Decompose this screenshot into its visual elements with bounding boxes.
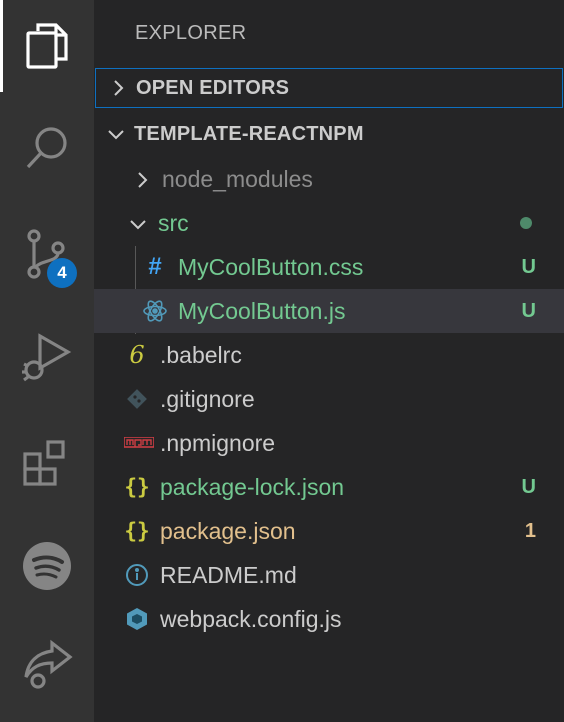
tree-item-label: MyCoolButton.css — [178, 253, 364, 280]
spotify-icon[interactable] — [0, 522, 94, 610]
tree-item-babelrc[interactable]: 6 .babelrc — [94, 333, 564, 377]
tree-item-label: .babelrc — [160, 341, 242, 368]
tree-item-label: node_modules — [162, 165, 313, 192]
tree-item-label: README.md — [160, 561, 297, 588]
json-icon: {} — [124, 475, 150, 499]
open-editors-section[interactable]: OPEN EDITORS — [95, 68, 563, 108]
tree-item-mycoolbutton-css[interactable]: # MyCoolButton.css U — [94, 245, 564, 289]
tree-item-readme[interactable]: README.md — [94, 553, 564, 597]
live-share-icon[interactable] — [0, 620, 94, 708]
tree-item-label: package.json — [160, 517, 296, 544]
tree-item-label: .npmignore — [160, 429, 276, 456]
tree-item-npmignore[interactable]: .npmignore — [94, 421, 564, 465]
explorer-sidebar: EXPLORER OPEN EDITORS TEMPLATE-REACTNPM … — [94, 0, 564, 722]
modified-dot — [520, 217, 532, 229]
react-icon — [142, 298, 168, 324]
extensions-icon[interactable] — [0, 418, 94, 506]
project-label: TEMPLATE-REACTNPM — [134, 122, 364, 145]
tree-item-node-modules[interactable]: node_modules — [94, 157, 564, 201]
status-badge: U — [521, 475, 536, 498]
explorer-title: EXPLORER — [135, 22, 247, 44]
run-debug-icon[interactable] — [0, 312, 94, 400]
webpack-icon — [124, 606, 150, 632]
explorer-icon[interactable] — [0, 2, 94, 90]
chevron-down-icon — [128, 213, 148, 233]
open-editors-label: OPEN EDITORS — [136, 76, 290, 99]
tree-item-label: webpack.config.js — [160, 605, 342, 632]
tree-item-label: .gitignore — [160, 385, 255, 412]
source-control-icon[interactable] — [0, 210, 94, 298]
tree-item-label: src — [158, 209, 189, 236]
npm-icon — [124, 430, 154, 456]
status-badge: U — [521, 255, 536, 278]
tree-item-gitignore[interactable]: .gitignore — [94, 377, 564, 421]
babel-icon: 6 — [129, 341, 145, 369]
git-icon — [124, 386, 150, 412]
tree-item-webpack-config[interactable]: webpack.config.js — [94, 597, 564, 641]
chevron-down-icon — [106, 124, 126, 144]
chevron-right-icon — [132, 169, 152, 189]
project-section[interactable]: TEMPLATE-REACTNPM — [94, 114, 564, 154]
tree-item-label: package-lock.json — [160, 473, 345, 500]
source-control-badge: 4 — [47, 258, 77, 288]
status-badge: U — [521, 299, 536, 322]
search-icon[interactable] — [0, 104, 94, 192]
info-icon — [124, 562, 150, 588]
tree-item-package-lock-json[interactable]: {} package-lock.json U — [94, 465, 564, 509]
tree-item-package-json[interactable]: {} package.json 1 — [94, 509, 564, 553]
chevron-right-icon — [108, 78, 128, 98]
tree-item-src[interactable]: src — [94, 201, 564, 245]
tree-item-label: MyCoolButton.js — [178, 297, 346, 324]
tree-item-mycoolbutton-js[interactable]: MyCoolButton.js U — [94, 289, 564, 333]
css-hash-icon: # — [148, 253, 162, 280]
json-icon: {} — [124, 519, 150, 543]
activity-bar: 4 — [0, 0, 94, 722]
status-badge: 1 — [524, 519, 536, 542]
